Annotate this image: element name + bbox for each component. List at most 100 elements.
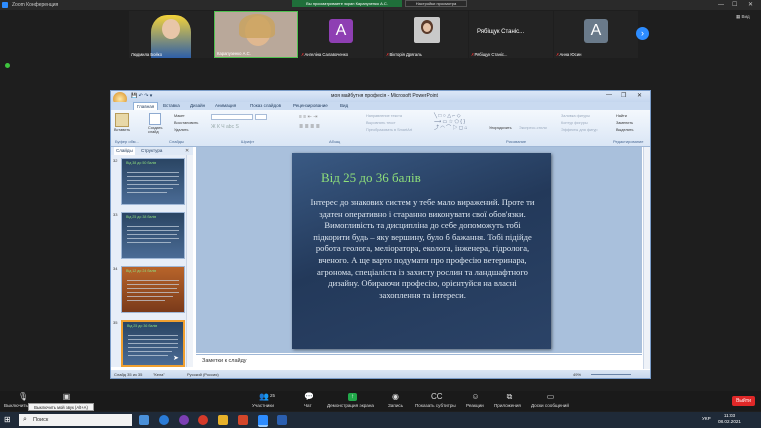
font-size-select[interactable]: [255, 114, 267, 120]
apps-button[interactable]: Приложения: [494, 403, 521, 408]
viber-icon[interactable]: [179, 415, 189, 425]
view-options-button[interactable]: Настройки просмотра: [405, 0, 467, 7]
share-screen-button[interactable]: Демонстрация экрана: [327, 403, 374, 408]
delete-button[interactable]: Удалить: [174, 128, 189, 132]
font-family-select[interactable]: [211, 114, 253, 120]
tab-animation[interactable]: Анимация: [215, 102, 236, 110]
reset-button[interactable]: Восстановить: [174, 121, 198, 125]
whiteboard-icon[interactable]: ▭: [546, 393, 555, 401]
zoom-slider[interactable]: [591, 374, 631, 375]
status-language[interactable]: Русский (Россия): [187, 370, 219, 378]
participant-name-large: Рябіщук Станіс...: [477, 29, 525, 35]
edge-icon[interactable]: [159, 415, 169, 425]
slide-body-text[interactable]: Інтерес до знакових систем у тебе мало в…: [310, 197, 535, 301]
arrange-button[interactable]: Упорядочить: [489, 126, 512, 130]
chat-icon[interactable]: 💬: [304, 393, 314, 401]
font-format-buttons[interactable]: Ж К Ч abc S: [211, 124, 239, 130]
participant-tile[interactable]: А ✗Ангеліна Салавоченко: [299, 11, 383, 58]
participant-name: Вікторія Дрягаль: [389, 52, 422, 57]
video-camera-icon[interactable]: ▣: [62, 393, 71, 401]
close-icon[interactable]: ✕: [748, 0, 753, 10]
shape-fill-button[interactable]: Заливка фигуры: [561, 114, 590, 118]
minimize-icon[interactable]: —: [718, 0, 724, 10]
tab-slideshow[interactable]: Показ слайдов: [250, 102, 281, 110]
participant-tile[interactable]: Рябіщук Станіс... ✗Рябіщук Станіс...: [469, 11, 553, 58]
slide-title[interactable]: Від 25 до 36 балів: [321, 170, 421, 186]
taskbar-app-icon[interactable]: [139, 415, 149, 425]
replace-button[interactable]: Заменить: [616, 121, 633, 125]
slide-thumbnail[interactable]: Від 25 до 38 балів: [121, 212, 185, 259]
select-button[interactable]: Выделить: [616, 128, 634, 132]
close-pane-icon[interactable]: ✕: [185, 147, 189, 155]
record-icon[interactable]: ◉: [391, 393, 400, 401]
find-button[interactable]: Найти: [616, 114, 627, 118]
mute-button[interactable]: Выключить: [4, 403, 28, 408]
word-icon[interactable]: [277, 415, 287, 425]
layout-button[interactable]: Макет: [174, 114, 185, 118]
captions-button[interactable]: Показать субтитры: [415, 403, 456, 408]
tab-view[interactable]: Вид: [340, 102, 348, 110]
notes-pane[interactable]: Заметки к слайду: [196, 354, 642, 371]
whiteboard-button[interactable]: Доски сообщений: [531, 403, 569, 408]
ppt-status-bar: Слайд 35 из 35 "Кела" Русский (Россия) 4…: [111, 370, 650, 378]
tab-review[interactable]: Рецензирование: [293, 102, 328, 110]
shape-effects-button[interactable]: Эффекты для фигур: [561, 128, 597, 132]
share-screen-icon[interactable]: ↑: [348, 393, 357, 401]
microphone-icon[interactable]: 🎙: [18, 393, 28, 401]
ppt-restore-icon[interactable]: ❐: [621, 92, 626, 99]
next-page-icon[interactable]: ›: [636, 27, 649, 40]
apps-icon[interactable]: ⧉: [505, 393, 514, 401]
paste-icon[interactable]: [115, 113, 129, 127]
group-paragraph: Абзац: [329, 139, 341, 144]
tab-outline[interactable]: Структура: [141, 147, 162, 155]
status-theme: "Кела": [153, 372, 165, 377]
reactions-icon[interactable]: ☺: [471, 393, 480, 401]
new-slide-icon[interactable]: [149, 113, 161, 125]
slide-scrollbar[interactable]: [643, 147, 650, 369]
status-zoom[interactable]: 49%: [573, 370, 581, 378]
record-button[interactable]: Запись: [388, 403, 403, 408]
zoom-taskbar-icon[interactable]: [258, 415, 268, 427]
ppt-title-bar: моя майбутня професія - Microsoft PowerP…: [111, 91, 650, 102]
keyboard-language[interactable]: УКР: [702, 416, 711, 421]
bullets-buttons[interactable]: ≡ ≡ ⇤ ⇥: [299, 114, 317, 120]
taskbar-clock[interactable]: 11:03 08.02.2021: [718, 413, 741, 425]
reactions-button[interactable]: Реакции: [466, 403, 484, 408]
align-buttons[interactable]: ≣ ≣ ≣ ≣: [299, 124, 320, 130]
folder-icon[interactable]: [218, 415, 228, 425]
participants-icon[interactable]: 👥: [259, 393, 269, 401]
tab-design[interactable]: Дизайн: [190, 102, 205, 110]
current-slide[interactable]: Від 25 до 36 балів Інтерес до знакових с…: [292, 153, 551, 349]
powerpoint-window: моя майбутня професія - Microsoft PowerP…: [110, 90, 651, 379]
tab-slides[interactable]: Слайды: [114, 147, 135, 155]
align-text-button[interactable]: Выровнять текст: [366, 121, 396, 125]
smartart-button[interactable]: Преобразовать в SmartArt: [366, 128, 412, 132]
maximize-icon[interactable]: ☐: [732, 0, 737, 10]
slide-thumbnail[interactable]: Від 38 до 50 балів: [121, 158, 185, 205]
powerpoint-taskbar-icon[interactable]: [238, 415, 248, 425]
chat-button[interactable]: Чат: [304, 403, 312, 408]
participants-count: 25: [270, 393, 276, 398]
shape-outline-button[interactable]: Контур фигуры: [561, 121, 588, 125]
ppt-close-icon[interactable]: ✕: [637, 92, 642, 99]
shapes-gallery[interactable]: ╲ □ ○ △ ⌐ ◇ ⟶ ▭ ☆ ⬠ { } ⤴ ◠ ⌒ ▷ ◻ ⌂: [434, 113, 488, 135]
view-button[interactable]: ▦ Вид: [736, 14, 750, 20]
taskbar-search[interactable]: ⌕ Поиск: [19, 414, 132, 426]
slides-pane-scrollbar[interactable]: [186, 155, 193, 367]
text-direction-button[interactable]: Направление текста: [366, 114, 402, 118]
ppt-minimize-icon[interactable]: —: [606, 92, 612, 98]
participant-tile[interactable]: А ✗Анна Юсин: [554, 11, 638, 58]
participant-tile[interactable]: Людмила Бойко: [129, 11, 213, 58]
opera-icon[interactable]: [198, 415, 208, 425]
captions-icon[interactable]: CC: [431, 393, 443, 401]
participant-tile[interactable]: ✗Вікторія Дрягаль: [384, 11, 468, 58]
slide-thumbnail[interactable]: Від 12 до 24 балів: [121, 266, 185, 313]
quick-styles-button[interactable]: Экспресс-стили: [519, 126, 547, 130]
slide-number: 33: [113, 212, 118, 217]
participants-button[interactable]: Участники: [252, 403, 274, 408]
leave-button[interactable]: Выйти: [732, 396, 755, 406]
tab-insert[interactable]: Вставка: [163, 102, 180, 110]
windows-start-icon[interactable]: ⊞: [4, 415, 13, 424]
quick-access-toolbar[interactable]: 💾 ↶ ↷ ▾: [131, 93, 152, 99]
participant-tile-active[interactable]: Карапузенко А.С.: [214, 11, 298, 58]
